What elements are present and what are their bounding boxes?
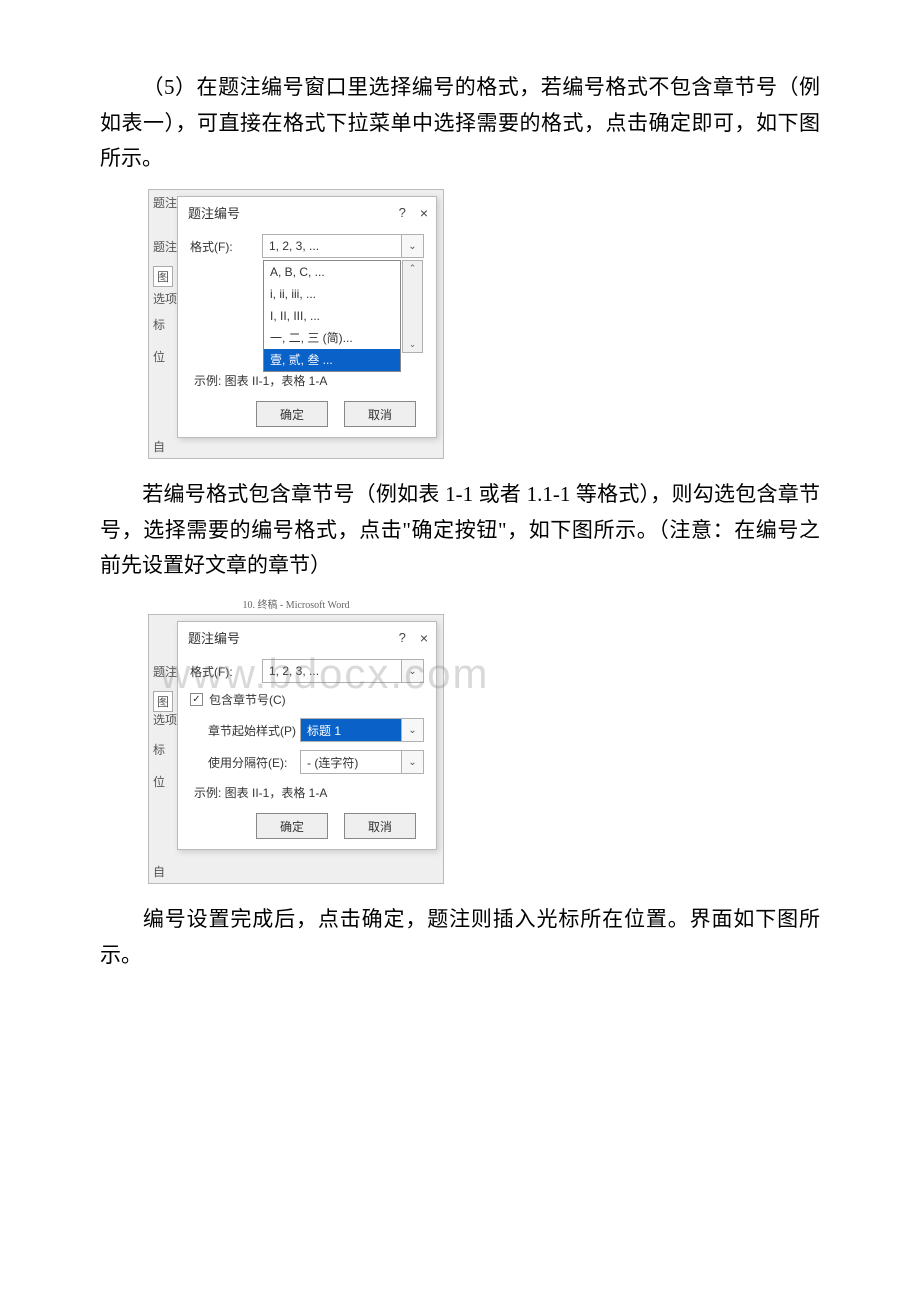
format-option[interactable]: i, ii, iii, ...	[264, 283, 400, 305]
bg-label-position-2: 位	[153, 773, 165, 790]
bg-label-position: 位	[153, 348, 165, 365]
bg-label-auto: 自	[153, 438, 165, 455]
paragraph-2: 若编号格式包含章节号（例如表 1-1 或者 1.1-1 等格式），则勾选包含章节…	[100, 477, 820, 584]
format-dropdown-list: A, B, C, ... i, ii, iii, ... I, II, III,…	[263, 260, 401, 372]
screenshot-2: 10. 终稿 - Microsoft Word 题注 图 选项 标 位 自 付[…	[148, 596, 444, 884]
paragraph-1: （5）在题注编号窗口里选择编号的格式，若编号格式不包含章节号（例如表一），可直接…	[100, 70, 820, 177]
cancel-button-2[interactable]: 取消	[344, 813, 416, 839]
bg-label-caption: 题注	[153, 238, 177, 255]
dialog-title-2: 题注编号	[188, 628, 240, 647]
format-label-2: 格式(F):	[190, 663, 262, 680]
include-chapter-label: 包含章节号(C)	[209, 691, 286, 708]
example-text-2: 示例: 图表 II-1，表格 1-A	[194, 784, 424, 801]
caption-number-dialog-2: 题注编号 ? × 格式(F): 1, 2, 3, ... ⌄ ✓ 包含章节号(C…	[177, 621, 437, 850]
format-option-selected[interactable]: 壹, 贰, 叁 ...	[264, 349, 400, 371]
format-option[interactable]: I, II, III, ...	[264, 305, 400, 327]
bg-label-auto-2: 自	[153, 863, 165, 880]
chevron-down-icon[interactable]: ⌄	[401, 235, 423, 257]
paragraph-3: 编号设置完成后，点击确定，题注则插入光标所在位置。界面如下图所示。	[100, 902, 820, 973]
bg-label-options-2: 选项	[153, 711, 177, 728]
format-combobox-2[interactable]: 1, 2, 3, ... ⌄	[262, 659, 424, 683]
bg-caption-tab: 题注	[153, 194, 177, 211]
cancel-button[interactable]: 取消	[344, 401, 416, 427]
format-combobox[interactable]: 1, 2, 3, ... ⌄ A, B, C, ... i, ii, iii, …	[262, 234, 424, 258]
chevron-down-icon[interactable]: ⌄	[401, 751, 423, 773]
close-icon[interactable]: ×	[420, 205, 428, 221]
format-option[interactable]: A, B, C, ...	[264, 261, 400, 283]
bg-label-caption-2: 题注	[153, 663, 177, 680]
screenshot-1: 题注 题注 图 选项 标 位 自 题注编号 ? × 格式(F): 1, 2, 3…	[148, 189, 444, 459]
separator-combobox[interactable]: - (连字符) ⌄	[300, 750, 424, 774]
separator-value: - (连字符)	[307, 754, 358, 771]
chapter-start-value: 标题 1	[307, 722, 341, 739]
format-label: 格式(F):	[190, 238, 262, 255]
use-separator-label: 使用分隔符(E):	[208, 754, 300, 771]
chapter-start-label: 章节起始样式(P)	[208, 722, 300, 739]
ok-button[interactable]: 确定	[256, 401, 328, 427]
format-option[interactable]: 一, 二, 三 (简)...	[264, 327, 400, 349]
word-window-title: 10. 终稿 - Microsoft Word	[148, 596, 444, 611]
chevron-down-icon[interactable]: ⌄	[401, 660, 423, 682]
bg-label-figure: 图	[153, 266, 173, 287]
chevron-down-icon[interactable]: ⌄	[401, 719, 423, 741]
bg-label-options: 选项	[153, 290, 177, 307]
bg-label-label-2: 标	[153, 741, 165, 758]
include-chapter-checkbox[interactable]: ✓	[190, 693, 203, 706]
scroll-up-icon[interactable]: ⌃	[409, 263, 417, 274]
help-icon[interactable]: ?	[399, 205, 406, 220]
ok-button-2[interactable]: 确定	[256, 813, 328, 839]
help-icon-2[interactable]: ?	[399, 630, 406, 645]
bg-label-figure-2: 图	[153, 691, 173, 712]
bg-label-label: 标	[153, 316, 165, 333]
dialog-title: 题注编号	[188, 203, 240, 222]
example-text: 示例: 图表 II-1，表格 1-A	[194, 372, 424, 389]
close-icon-2[interactable]: ×	[420, 630, 428, 646]
caption-number-dialog-1: 题注编号 ? × 格式(F): 1, 2, 3, ... ⌄ A, B, C, …	[177, 196, 437, 438]
scroll-down-icon[interactable]: ⌄	[409, 339, 417, 350]
chapter-start-combobox[interactable]: 标题 1 ⌄	[300, 718, 424, 742]
format-value-2: 1, 2, 3, ...	[269, 664, 319, 678]
format-value: 1, 2, 3, ...	[269, 239, 319, 253]
